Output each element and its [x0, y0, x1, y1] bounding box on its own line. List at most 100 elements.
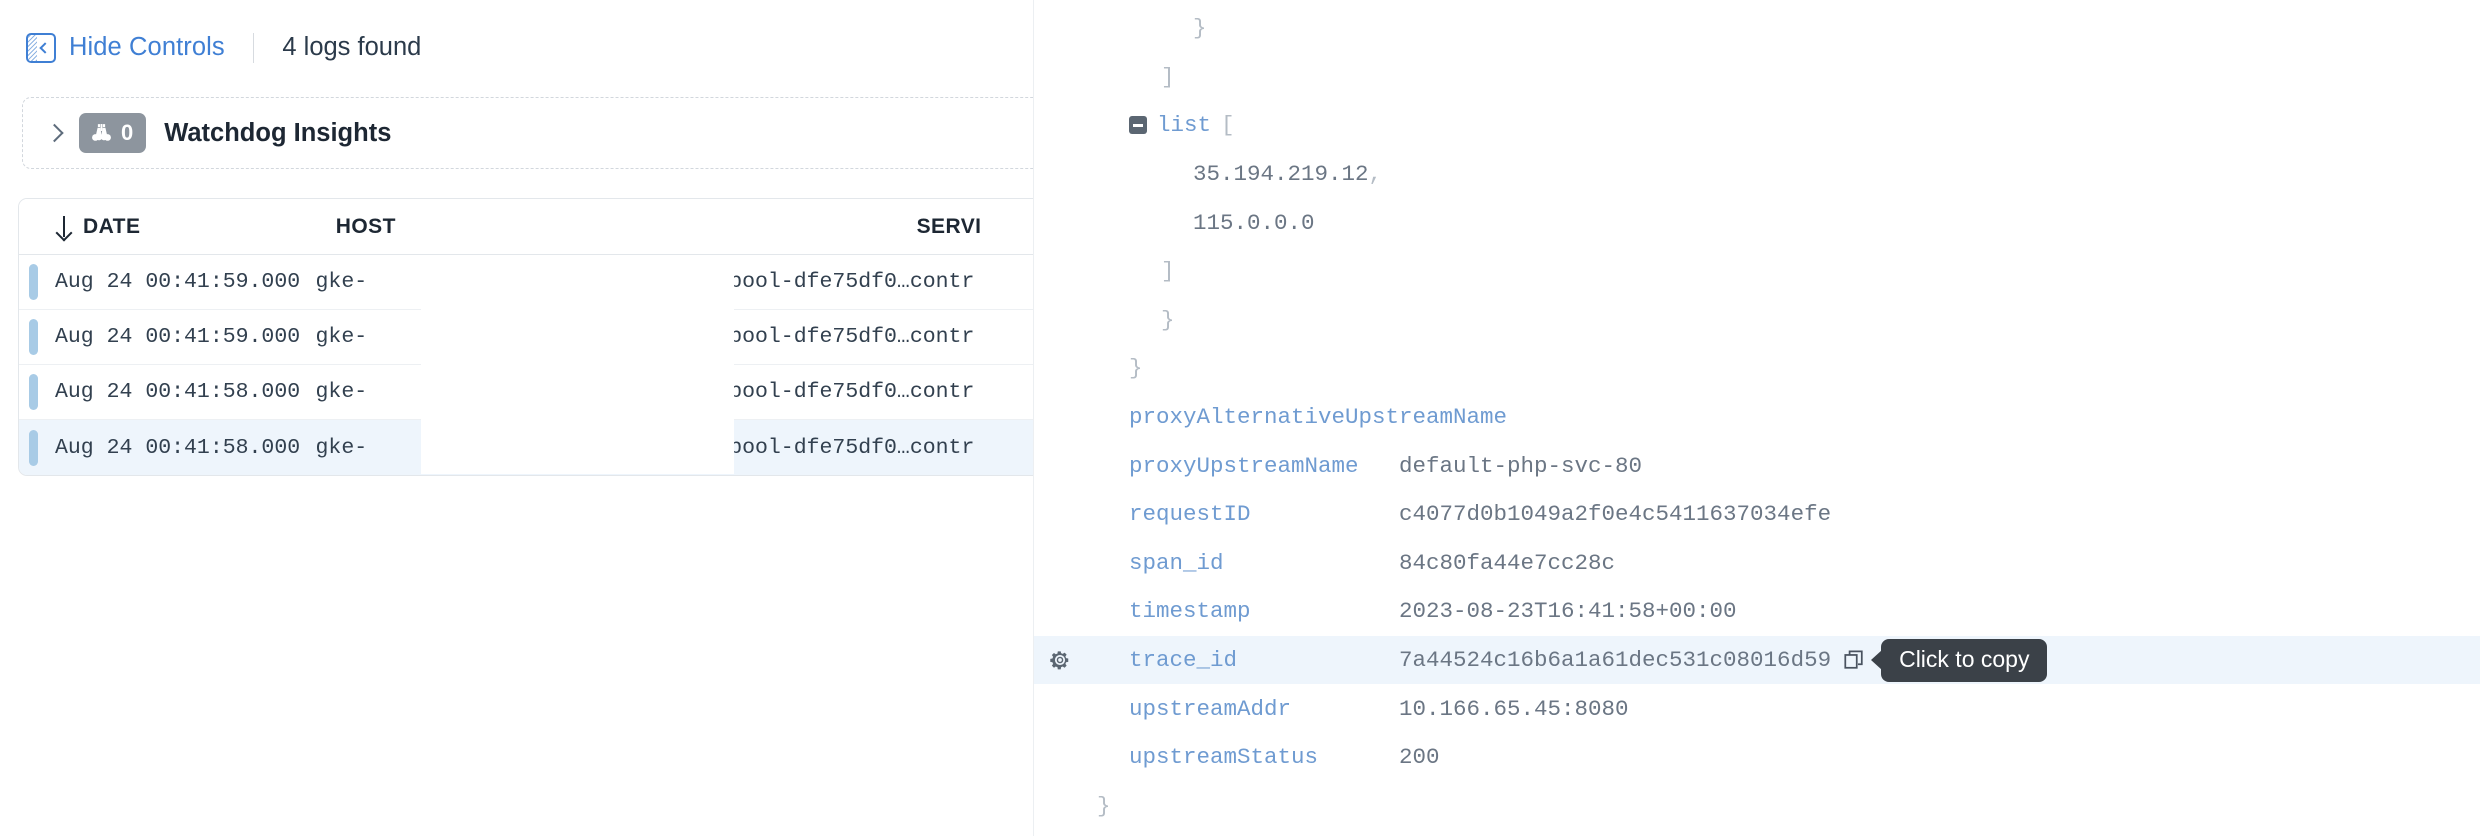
row-status-indicator [29, 319, 38, 355]
json-punctuation: ] [1161, 258, 1175, 285]
cell-host: gke- -pool-dfe75df0… [316, 380, 910, 404]
hide-controls-button[interactable]: Hide Controls [26, 32, 225, 63]
row-status-indicator [29, 264, 38, 300]
json-value: default-php-svc-80 [1399, 452, 1643, 479]
chevron-right-icon[interactable] [45, 122, 67, 144]
json-row-trace-id[interactable]: trace_id 7a44524c16b6a1a61dec531c08016d5… [1034, 635, 2480, 685]
json-value: 7a44524c16b6a1a61dec531c08016d59 [1399, 647, 1832, 674]
cell-service: contr [909, 270, 975, 294]
cell-date: Aug 24 00:41:58.000 [55, 380, 301, 404]
json-key: upstreamStatus [1129, 744, 1319, 771]
cell-date: Aug 24 00:41:59.000 [55, 325, 301, 349]
cell-host-suffix: -pool-dfe75df0… [716, 270, 910, 294]
row-settings-gutter[interactable] [1047, 647, 1073, 673]
json-key: upstreamAddr [1129, 695, 1292, 722]
json-array-item: 35.194.219.12 , [1034, 150, 2480, 199]
column-header-host-label: HOST [335, 214, 396, 238]
json-row-proxyupstreamname[interactable]: proxyUpstreamName default-php-svc-80 [1034, 441, 2480, 490]
column-header-date-label: DATE [83, 214, 141, 238]
hide-controls-label: Hide Controls [69, 33, 225, 61]
logs-found-count: 4 logs found [282, 33, 422, 61]
json-key: trace_id [1129, 647, 1238, 674]
logs-list-pane: Hide Controls 4 logs found 0 Watchdog In… [0, 0, 1033, 836]
cell-host-suffix: -pool-dfe75df0… [716, 435, 910, 460]
binoculars-icon [92, 123, 111, 141]
table-row[interactable]: Aug 24 00:41:59.000 gke- -pool-dfe75df0…… [19, 310, 1033, 365]
json-punctuation: [ [1221, 112, 1235, 139]
json-value: 2023-08-23T16:41:58+00:00 [1399, 598, 1737, 625]
cell-host-prefix: gke- [315, 435, 368, 460]
column-header-service-label: SERVI [916, 214, 982, 238]
json-close-bracket: ] [1034, 247, 2480, 296]
cell-host-suffix: -pool-dfe75df0… [716, 325, 910, 349]
cell-date: Aug 24 00:41:58.000 [55, 435, 301, 460]
json-row-requestid[interactable]: requestID c4077d0b1049a2f0e4c5411637034e… [1034, 490, 2480, 539]
copy-icon[interactable] [1843, 649, 1865, 671]
log-explorer-screen: Hide Controls 4 logs found 0 Watchdog In… [0, 0, 2480, 836]
json-key: proxyUpstreamName [1129, 452, 1359, 479]
json-key-list: list [1157, 112, 1212, 139]
chevron-left-icon [39, 41, 51, 54]
row-status-indicator [29, 429, 38, 466]
cell-date: Aug 24 00:41:59.000 [55, 270, 301, 294]
watchdog-insights-card[interactable]: 0 Watchdog Insights [22, 97, 1033, 169]
row-status-indicator [29, 374, 38, 410]
json-key: proxyAlternativeUpstreamName [1129, 404, 1508, 431]
collapse-sidebar-icon[interactable] [26, 32, 56, 63]
column-header-host[interactable]: HOST [336, 215, 917, 239]
json-row-upstreamstatus[interactable]: upstreamStatus 200 [1034, 733, 2480, 782]
json-row-span-id[interactable]: span_id 84c80fa44e7cc28c [1034, 539, 2480, 588]
json-key: span_id [1129, 549, 1224, 576]
json-punctuation: } [1097, 792, 1111, 819]
json-close-brace: } [1034, 4, 2480, 53]
json-row-proxyalternativeupstreamname[interactable]: proxyAlternativeUpstreamName [1034, 393, 2480, 442]
watchdog-insights-title: Watchdog Insights [164, 118, 392, 147]
column-header-date[interactable]: DATE [55, 215, 336, 239]
table-row[interactable]: Aug 24 00:41:58.000 gke- -pool-dfe75df0…… [19, 420, 1033, 475]
json-key: requestID [1129, 501, 1251, 528]
cell-host: gke- -pool-dfe75df0… [316, 436, 910, 460]
cell-host-prefix: gke- [315, 325, 368, 349]
json-punctuation: ] [1161, 63, 1175, 90]
sidebar-hatch-pattern [28, 34, 37, 61]
json-row-timestamp[interactable]: timestamp 2023-08-23T16:41:58+00:00 [1034, 587, 2480, 636]
json-row-upstreamaddr[interactable]: upstreamAddr 10.166.65.45:8080 [1034, 684, 2480, 733]
logs-table-header: DATE HOST SERVI [19, 199, 1033, 255]
cell-service: contr [909, 325, 975, 349]
column-header-service[interactable]: SERVI [917, 215, 1033, 239]
json-close-brace: } [1034, 296, 2480, 345]
json-array-item: 115.0.0.0 [1034, 198, 2480, 247]
controls-bar: Hide Controls 4 logs found [0, 0, 1033, 95]
cell-service: contr [909, 380, 975, 404]
cell-host-prefix: gke- [315, 380, 368, 404]
json-close-brace: } [1034, 344, 2480, 393]
json-value: 200 [1399, 744, 1440, 771]
json-key: timestamp [1129, 598, 1251, 625]
json-value: 35.194.219.12 [1193, 161, 1369, 188]
log-detail-json-pane: } ] list [ 35.194.219.12 , 115.0.0.0 ] }… [1033, 0, 2480, 836]
arrow-down-icon [55, 215, 72, 238]
json-punctuation: , [1368, 161, 1383, 188]
table-row[interactable]: Aug 24 00:41:59.000 gke- -pool-dfe75df0…… [19, 255, 1033, 310]
cell-host-prefix: gke- [315, 270, 368, 294]
json-value: 10.166.65.45:8080 [1399, 695, 1629, 722]
cell-host: gke- -pool-dfe75df0… [316, 325, 910, 349]
gear-icon[interactable] [1049, 649, 1071, 671]
copy-tooltip: Click to copy [1881, 638, 2048, 682]
json-punctuation: } [1129, 355, 1143, 382]
json-punctuation: } [1161, 306, 1175, 333]
cell-host: gke- -pool-dfe75df0… [316, 270, 910, 294]
json-punctuation: } [1193, 15, 1207, 42]
toolbar-divider [252, 32, 255, 63]
json-value: c4077d0b1049a2f0e4c5411637034efe [1399, 501, 1832, 528]
logs-table: DATE HOST SERVI Aug 24 00:41:59.000 gke-… [18, 198, 1033, 476]
json-close-bracket: ] [1034, 53, 2480, 102]
collapse-node-icon[interactable] [1129, 116, 1147, 135]
json-value: 84c80fa44e7cc28c [1399, 549, 1616, 576]
cell-service: contr [909, 435, 975, 460]
cell-host-suffix: -pool-dfe75df0… [716, 380, 910, 404]
watchdog-count: 0 [121, 120, 134, 145]
json-value: 115.0.0.0 [1193, 209, 1315, 236]
table-row[interactable]: Aug 24 00:41:58.000 gke- -pool-dfe75df0…… [19, 365, 1033, 420]
json-node-list[interactable]: list [ [1034, 101, 2480, 150]
